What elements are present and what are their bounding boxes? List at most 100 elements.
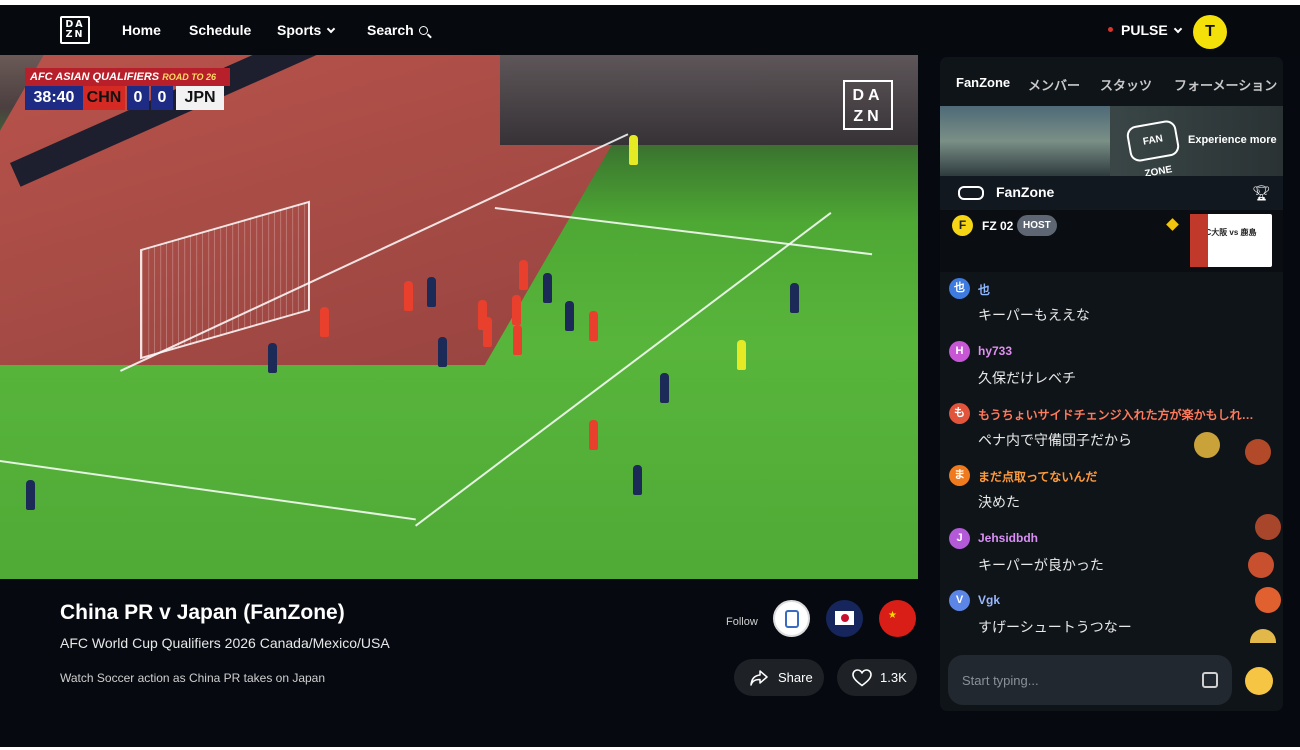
- referee: [737, 340, 746, 370]
- event-subtitle: AFC World Cup Qualifiers 2026 Canada/Mex…: [60, 635, 390, 651]
- home-team: CHN: [83, 86, 125, 110]
- message-text: 久保だけレベチ: [978, 370, 1076, 386]
- fanzone-chat-panel: FanZone メンバー スタッツ フォーメーション FAN ZONE Expe…: [940, 57, 1283, 711]
- live-dot-icon: [1108, 27, 1113, 32]
- chat-message: ま まだ点取ってないんだ 決めた: [940, 461, 1283, 521]
- away-team: JPN: [176, 86, 224, 110]
- tab-members[interactable]: メンバー: [1028, 75, 1080, 94]
- message-author: Vgk: [978, 593, 1001, 607]
- pulse-label: PULSE: [1121, 22, 1168, 38]
- avatar: H: [949, 341, 970, 362]
- player: [427, 277, 436, 307]
- like-count: 1.3K: [880, 670, 907, 685]
- tab-stats[interactable]: スタッツ: [1100, 75, 1152, 94]
- top-navigation: DA ZN Home Schedule Sports Search PULSE T: [0, 5, 1300, 55]
- follow-japan-button[interactable]: [826, 600, 863, 637]
- host-badge: HOST: [1017, 215, 1057, 236]
- player: [404, 281, 413, 311]
- message-text: 決めた: [978, 494, 1020, 510]
- pitch-line: [0, 460, 416, 521]
- video-player[interactable]: AFC ASIAN QUALIFIERS ROAD TO 26 38:40 CH…: [0, 55, 918, 579]
- avatar: も: [949, 403, 970, 424]
- message-author: 也: [978, 283, 991, 297]
- nav-home[interactable]: Home: [122, 22, 161, 38]
- avatar: J: [949, 528, 970, 549]
- player: [589, 311, 598, 341]
- message-author: まだ点取ってないんだ: [978, 470, 1098, 484]
- emoji-button[interactable]: [1245, 667, 1273, 695]
- nav-schedule[interactable]: Schedule: [189, 22, 251, 38]
- chat-input-box: [948, 655, 1232, 705]
- reaction-emoji-icon: [1255, 514, 1281, 540]
- user-avatar[interactable]: T: [1193, 15, 1227, 49]
- message-text: キーパーが良かった: [978, 557, 1104, 573]
- follow-china-button[interactable]: ★: [879, 600, 916, 637]
- chevron-down-icon: [1173, 24, 1182, 34]
- player: [543, 273, 552, 303]
- player: [26, 480, 35, 510]
- nav-sports-label: Sports: [277, 22, 322, 38]
- tab-fanzone[interactable]: FanZone: [956, 75, 1010, 90]
- share-label: Share: [778, 670, 813, 685]
- player: [320, 307, 329, 337]
- player: [268, 343, 277, 373]
- tab-formation[interactable]: フォーメーション: [1174, 75, 1277, 94]
- thumbnail-text: C大阪 vs 鹿島: [1205, 228, 1257, 237]
- like-button[interactable]: 1.3K: [837, 659, 917, 696]
- nav-sports[interactable]: Sports: [277, 22, 336, 38]
- player: [483, 317, 492, 347]
- avatar: V: [949, 590, 970, 611]
- away-score: 0: [151, 86, 173, 110]
- message-author: もうちょいサイドチェンジ入れた方が楽かもしれ…: [978, 408, 1254, 422]
- share-icon: [750, 669, 768, 686]
- chat-message: V Vgk すげーシュートうつなー: [940, 586, 1283, 646]
- event-title: China PR v Japan (FanZone): [60, 601, 345, 624]
- chevron-down-icon: [327, 24, 336, 34]
- reaction-emoji-icon: [1255, 587, 1281, 613]
- sticker-icon[interactable]: [1202, 672, 1218, 688]
- message-text: キーパーもええな: [978, 307, 1090, 323]
- japan-flag-icon: [835, 611, 854, 625]
- pinned-message[interactable]: F FZ 02 HOST C大阪 vs 鹿島: [940, 210, 1283, 272]
- player: [660, 373, 669, 403]
- fanzone-icon: [958, 186, 984, 200]
- chat-input[interactable]: [962, 655, 1192, 705]
- message-text: すげーシュートうつなー: [978, 619, 1132, 635]
- linesman: [629, 135, 638, 165]
- home-score: 0: [127, 86, 149, 110]
- reaction-emoji-icon: [1248, 552, 1274, 578]
- fanzone-header: FanZone 🏆︎: [940, 176, 1283, 210]
- player: [513, 325, 522, 355]
- message-text: ペナ内で守備団子だから: [978, 432, 1132, 448]
- reaction-emoji-icon: [1194, 432, 1220, 458]
- follow-label: Follow: [726, 616, 758, 628]
- player: [519, 260, 528, 290]
- fanzone-logo: FAN ZONE: [1125, 118, 1181, 180]
- chat-tabs: FanZone メンバー スタッツ フォーメーション: [940, 57, 1283, 107]
- nav-search[interactable]: Search: [367, 22, 428, 38]
- trophy-icon: [785, 610, 799, 628]
- reaction-emoji-icon: [1245, 439, 1271, 465]
- competition-name: AFC ASIAN QUALIFIERS: [30, 71, 160, 83]
- follow-competition-button[interactable]: [773, 600, 810, 637]
- player: [512, 295, 521, 325]
- match-clock: 38:40: [25, 86, 83, 110]
- share-button[interactable]: Share: [734, 659, 824, 696]
- player: [790, 283, 799, 313]
- pinned-thumbnail[interactable]: C大阪 vs 鹿島: [1190, 214, 1272, 267]
- trophy-icon[interactable]: 🏆︎: [1252, 184, 1271, 202]
- heart-icon: [852, 668, 872, 687]
- fanzone-promo-banner[interactable]: FAN ZONE Experience more: [940, 106, 1283, 180]
- dazn-logo[interactable]: DA ZN: [60, 16, 90, 44]
- message-author: Jehsidbdh: [978, 531, 1039, 545]
- player: [438, 337, 447, 367]
- nav-search-label: Search: [367, 22, 414, 38]
- search-icon: [418, 26, 428, 35]
- chat-message: H hy733 久保だけレベチ: [940, 337, 1283, 397]
- pulse-menu[interactable]: PULSE: [1108, 22, 1182, 38]
- message-author: hy733: [978, 344, 1013, 358]
- app-window: DA ZN Home Schedule Sports Search PULSE T: [0, 5, 1300, 747]
- chat-message: 也 也 キーパーもええな: [940, 274, 1283, 334]
- player: [565, 301, 574, 331]
- avatar: F: [952, 215, 973, 236]
